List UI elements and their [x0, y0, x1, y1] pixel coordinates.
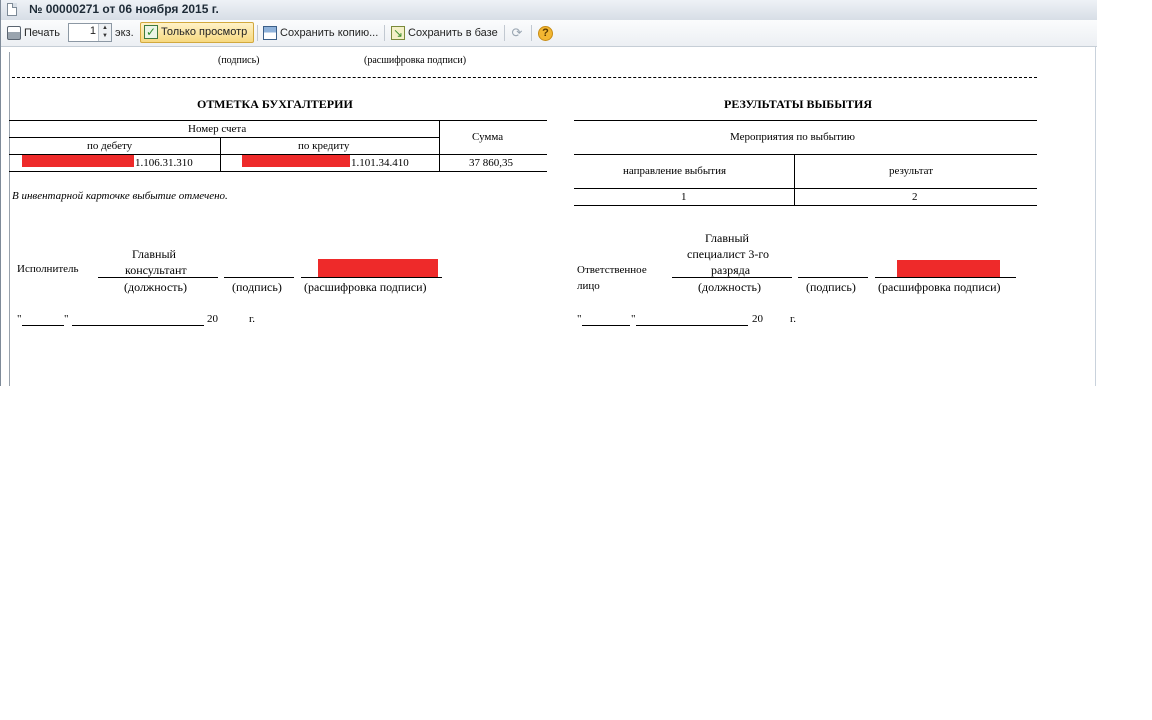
redacted-block: [242, 155, 350, 167]
executor-position-line2: консультант: [125, 263, 187, 277]
signature-line: [798, 277, 868, 278]
executor-label: Исполнитель: [17, 263, 79, 275]
signature-line: [672, 277, 792, 278]
debit-header: по дебету: [87, 140, 133, 152]
copies-suffix: экз.: [115, 27, 134, 39]
column-number-2: 2: [912, 191, 918, 203]
column-number-1: 1: [681, 191, 687, 203]
redacted-block: [318, 259, 438, 277]
executor-decoding-caption: (расшифровка подписи): [304, 280, 427, 294]
table-border: [9, 171, 547, 172]
save-to-database-icon: [391, 23, 405, 43]
floppy-disk-icon: [263, 26, 277, 41]
date-day-line: [22, 325, 64, 326]
refresh-button[interactable]: ⟳: [510, 23, 527, 43]
responsible-position-caption: (должность): [698, 280, 761, 294]
executor-date-open-quote: ": [17, 313, 22, 325]
table-border: [794, 154, 795, 205]
responsible-year-suffix: г.: [790, 313, 797, 325]
credit-header: по кредиту: [298, 140, 350, 152]
date-month-line: [72, 325, 204, 326]
stepper-arrows-icon[interactable]: ▲ ▼: [98, 24, 111, 41]
toolbar-divider: [531, 25, 532, 41]
table-border: [574, 154, 1037, 155]
toolbar: Печать 1 ▲▼ экз. Только просмотр Сохрани…: [1, 20, 1097, 47]
result-header: результат: [889, 165, 934, 177]
print-label: Печать: [24, 27, 61, 39]
copies-stepper[interactable]: 1 ▲ ▼: [68, 23, 112, 42]
executor-signature-caption: (подпись): [232, 280, 282, 294]
responsible-date-close-quote: ": [631, 313, 636, 325]
responsible-decoding-caption: (расшифровка подписи): [878, 280, 1001, 294]
printer-icon: [7, 26, 21, 41]
executor-date-close-quote: ": [64, 313, 69, 325]
responsible-label-line2: лицо: [577, 280, 600, 292]
responsible-date-open-quote: ": [577, 313, 582, 325]
account-number-header: Номер счета: [188, 123, 247, 135]
table-border: [574, 188, 1037, 189]
top-decoding-caption: (расшифровка подписи): [364, 55, 467, 66]
toolbar-divider: [504, 25, 505, 41]
table-border: [9, 120, 547, 121]
responsible-position-line2: специалист 3-го: [687, 247, 769, 261]
credit-account-value: 1.101.34.410: [351, 157, 409, 169]
responsible-signature-caption: (подпись): [806, 280, 856, 294]
save-in-db-button[interactable]: Сохранить в базе: [391, 23, 498, 43]
results-heading: РЕЗУЛЬТАТЫ ВЫБЫТИЯ: [724, 97, 873, 111]
save-copy-label: Сохранить копию...: [280, 27, 379, 39]
top-signature-caption: (подпись): [218, 55, 260, 66]
measures-header: Мероприятия по выбытию: [730, 131, 855, 143]
copies-value: 1: [89, 25, 96, 37]
debit-account-value: 1.106.31.310: [135, 157, 193, 169]
cut-line: [12, 77, 1037, 78]
save-copy-button[interactable]: Сохранить копию...: [263, 23, 378, 43]
executor-year-prefix: 20: [207, 313, 218, 325]
date-day-line: [582, 325, 630, 326]
view-only-icon: [144, 23, 158, 42]
title-bar: № 00000271 от 06 ноября 2015 г.: [1, 0, 1097, 21]
refresh-icon: ⟳: [511, 25, 523, 41]
responsible-label-line1: Ответственное: [577, 264, 647, 276]
redacted-block: [22, 155, 134, 167]
print-button[interactable]: Печать: [7, 23, 60, 43]
document-icon: [7, 3, 17, 16]
help-icon: ?: [538, 25, 553, 41]
signature-line: [875, 277, 1016, 278]
sum-header: Сумма: [472, 131, 504, 143]
sum-value: 37 860,35: [469, 157, 513, 169]
responsible-position-line1: Главный: [705, 231, 749, 245]
signature-line: [98, 277, 218, 278]
direction-header: направление выбытия: [623, 165, 727, 177]
table-border: [574, 120, 1037, 121]
view-only-label: Только просмотр: [161, 26, 248, 38]
signature-line: [301, 277, 442, 278]
date-month-line: [636, 325, 748, 326]
responsible-position-line3: разряда: [711, 263, 751, 277]
executor-year-suffix: г.: [249, 313, 256, 325]
table-border: [439, 120, 440, 171]
executor-position-line1: Главный: [132, 247, 176, 261]
signature-line: [224, 277, 294, 278]
toolbar-divider: [384, 25, 385, 41]
view-only-toggle[interactable]: Только просмотр: [140, 22, 254, 43]
responsible-year-prefix: 20: [752, 313, 763, 325]
toolbar-divider: [257, 25, 258, 41]
inventory-note: В инвентарной карточке выбытие отмечено.: [12, 190, 228, 202]
redacted-block: [897, 260, 1000, 277]
table-border: [9, 137, 439, 138]
table-border: [574, 205, 1037, 206]
document-area: [9, 52, 1098, 386]
save-db-label: Сохранить в базе: [408, 27, 498, 39]
executor-position-caption: (должность): [124, 280, 187, 294]
help-button[interactable]: ?: [538, 23, 556, 43]
window-title: № 00000271 от 06 ноября 2015 г.: [29, 2, 219, 16]
accounting-heading: ОТМЕТКА БУХГАЛТЕРИИ: [197, 97, 353, 111]
